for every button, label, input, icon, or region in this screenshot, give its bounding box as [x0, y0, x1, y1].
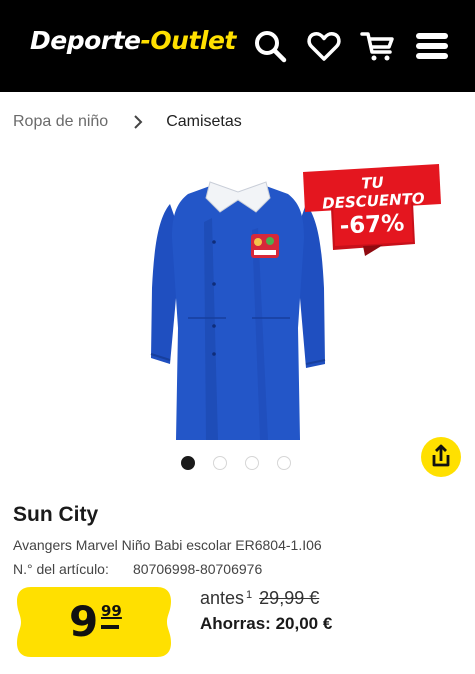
article-number-row: N.° del artículo: 80706998-80706976: [13, 561, 262, 577]
product-image[interactable]: [148, 178, 328, 446]
price-badge: 9 99: [17, 587, 171, 657]
breadcrumb-link-parent[interactable]: Ropa de niño: [13, 113, 108, 131]
previous-price-label: antes: [200, 588, 245, 608]
discount-value: -67%: [339, 210, 405, 240]
carousel-dot-1[interactable]: [181, 456, 195, 470]
price-decimals: 99: [101, 602, 122, 620]
carousel-dot-2[interactable]: [213, 456, 227, 470]
logo-text-primary: Deporte: [30, 26, 141, 55]
product-brand[interactable]: Sun City: [13, 503, 98, 527]
chevron-right-icon: [132, 115, 144, 129]
price-integer: 9: [69, 597, 99, 646]
previous-price-footnote[interactable]: 1: [246, 589, 252, 601]
discount-badge: TU DESCUENTO -67%: [303, 162, 443, 256]
carousel-indicators: [181, 456, 291, 470]
breadcrumb-current: Camisetas: [166, 113, 242, 130]
breadcrumb: Ropa de niño Camisetas: [13, 113, 242, 131]
share-icon: [432, 444, 450, 467]
site-header: Deporte-Outlet: [0, 0, 475, 92]
carousel-dot-3[interactable]: [245, 456, 259, 470]
site-logo[interactable]: Deporte-Outlet: [30, 26, 236, 55]
previous-price: antes 1 29,99 €: [200, 588, 319, 609]
article-number-label: N.° del artículo:: [13, 561, 109, 577]
price-dash: [101, 625, 119, 629]
search-icon[interactable]: [252, 28, 288, 64]
savings-text: Ahorras: 20,00 €: [200, 614, 333, 633]
product-name: Avangers Marvel Niño Babi escolar ER6804…: [13, 537, 322, 553]
logo-text-accent: -Outlet: [140, 26, 237, 55]
menu-icon[interactable]: [414, 28, 450, 64]
heart-icon[interactable]: [306, 28, 342, 64]
share-button[interactable]: [421, 437, 461, 477]
previous-price-value: 29,99 €: [259, 588, 320, 608]
discount-title: TU DESCUENTO: [321, 173, 426, 213]
carousel-dot-4[interactable]: [277, 456, 291, 470]
cart-icon[interactable]: [360, 28, 396, 64]
article-number-value: 80706998-80706976: [133, 561, 263, 577]
